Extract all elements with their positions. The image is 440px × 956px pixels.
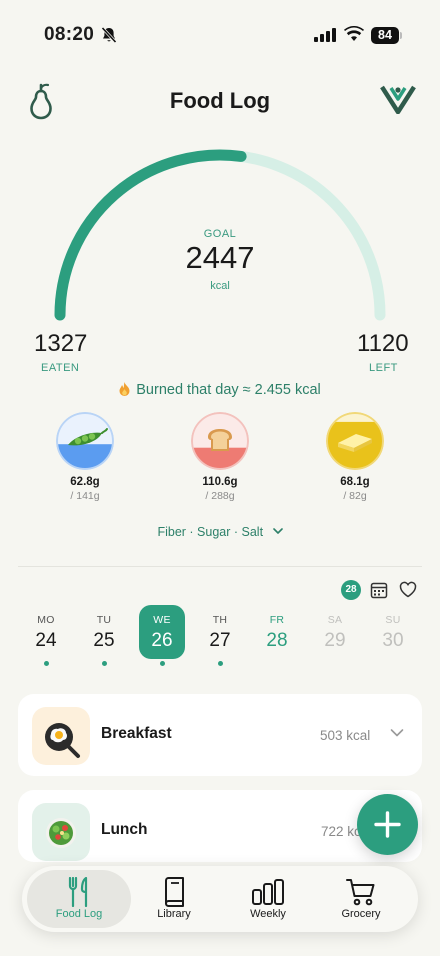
meal-kcal: 503 kcal xyxy=(320,728,371,743)
status-bar: 08:20 84 xyxy=(0,0,440,72)
meal-thumbnail xyxy=(32,707,90,765)
flame-icon xyxy=(119,382,130,396)
day-monday[interactable]: MO 24 xyxy=(23,605,69,659)
page-title: Food Log xyxy=(169,88,271,113)
burned-text: Burned that day ≈ 2.455 kcal xyxy=(136,382,321,398)
tab-food-log[interactable]: Food Log xyxy=(27,870,131,928)
day-name: TU xyxy=(96,614,112,626)
cart-icon xyxy=(346,879,375,906)
meal-card-breakfast[interactable]: Breakfast 503 kcal xyxy=(18,694,422,776)
goal-value: 2447 xyxy=(185,240,255,275)
day-name: WE xyxy=(153,614,171,626)
butter-icon xyxy=(338,434,372,452)
logged-dot xyxy=(101,661,107,666)
day-sunday[interactable]: SU 30 xyxy=(370,605,416,659)
plus-icon xyxy=(374,811,401,838)
tab-label: Food Log xyxy=(55,908,103,920)
eaten-label: EATEN xyxy=(41,362,80,374)
tab-library[interactable]: Library xyxy=(122,870,226,928)
macro-target: / 141g xyxy=(70,490,100,502)
chevron-down-icon xyxy=(272,528,283,534)
bottom-tab-bar: Food Log Library Weekly Grocery xyxy=(22,866,418,932)
macro-target: / 82g xyxy=(343,490,367,502)
macro-value: 110.6g xyxy=(202,476,238,488)
chevron-down-icon[interactable] xyxy=(390,726,404,740)
eaten-value: 1327 xyxy=(34,330,88,357)
day-saturday[interactable]: SA 29 xyxy=(312,605,358,659)
fried-egg-pan-icon xyxy=(45,723,80,758)
wifi-icon xyxy=(344,26,364,41)
day-date: 26 xyxy=(151,630,173,651)
book-icon xyxy=(165,877,184,907)
day-tuesday[interactable]: TU 25 xyxy=(81,605,127,659)
meal-name: Breakfast xyxy=(101,725,172,742)
tab-label: Weekly xyxy=(250,908,286,920)
day-thursday[interactable]: TH 27 xyxy=(197,605,243,659)
heart-icon[interactable] xyxy=(399,581,417,598)
section-divider xyxy=(18,566,422,567)
brand-v-logo-icon[interactable] xyxy=(380,84,416,114)
day-date: 30 xyxy=(382,630,404,651)
left-value: 1120 xyxy=(357,330,409,357)
macro-carbs[interactable]: 110.6g / 288g xyxy=(165,412,275,502)
day-date: 29 xyxy=(324,630,346,651)
tab-label: Library xyxy=(157,908,191,920)
macro-value: 68.1g xyxy=(340,476,370,488)
logged-dot xyxy=(217,661,223,666)
bread-icon xyxy=(208,429,232,451)
burned-calories: Burned that day ≈ 2.455 kcal xyxy=(0,382,440,398)
day-date: 28 xyxy=(266,630,288,651)
macro-circle xyxy=(326,412,384,470)
macro-fat[interactable]: 68.1g / 82g xyxy=(300,412,410,502)
app-header: Food Log xyxy=(0,78,440,124)
logged-dot xyxy=(43,661,49,666)
meal-thumbnail xyxy=(32,803,90,861)
cellular-signal-icon xyxy=(314,28,336,42)
macro-circle xyxy=(191,412,249,470)
macro-target: / 288g xyxy=(205,490,235,502)
tab-label: Grocery xyxy=(341,908,381,920)
battery-indicator: 84 xyxy=(371,27,399,44)
pea-pod-icon xyxy=(68,428,108,446)
goal-label: GOAL xyxy=(203,228,237,240)
battery-cap xyxy=(400,32,402,39)
goal-unit: kcal xyxy=(210,280,230,292)
micronutrients-toggle[interactable]: Fiber · Sugar · Salt xyxy=(0,525,440,539)
day-name: SU xyxy=(385,614,401,626)
tab-grocery[interactable]: Grocery xyxy=(309,870,413,928)
day-name: FR xyxy=(269,614,285,626)
today-badge[interactable]: 28 xyxy=(341,580,361,600)
day-name: TH xyxy=(212,614,228,626)
left-label: LEFT xyxy=(369,362,398,374)
bell-muted-icon xyxy=(101,26,117,44)
macro-protein[interactable]: 62.8g / 141g xyxy=(30,412,140,502)
day-name: SA xyxy=(327,614,343,626)
macro-circle xyxy=(56,412,114,470)
status-time: 08:20 xyxy=(44,24,95,45)
micronutrients-label: Fiber · Sugar · Salt xyxy=(157,525,264,539)
day-date: 25 xyxy=(93,630,115,651)
tab-weekly[interactable]: Weekly xyxy=(216,870,320,928)
day-date: 24 xyxy=(35,630,57,651)
meal-name: Lunch xyxy=(101,821,148,838)
day-name: MO xyxy=(37,614,55,626)
logged-dot xyxy=(159,661,165,666)
salad-bowl-icon xyxy=(46,818,76,848)
add-food-button[interactable] xyxy=(357,794,418,855)
day-date: 27 xyxy=(209,630,231,651)
fork-knife-icon xyxy=(68,876,88,908)
day-wednesday[interactable]: WE 26 xyxy=(139,605,185,659)
day-friday[interactable]: FR 28 xyxy=(254,605,300,659)
macro-value: 62.8g xyxy=(70,476,100,488)
calendar-icon[interactable] xyxy=(370,581,388,599)
bar-chart-icon xyxy=(252,879,284,905)
